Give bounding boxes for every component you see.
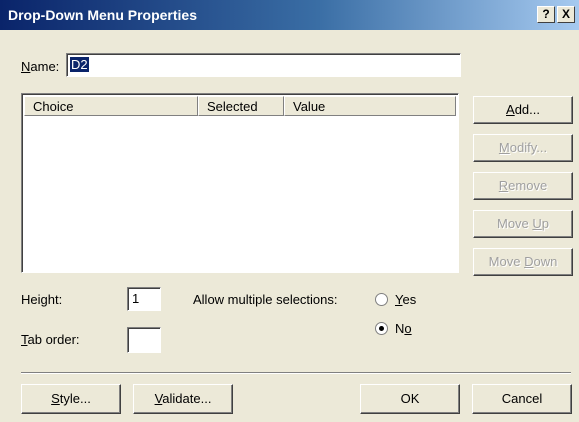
choices-list[interactable]: Choice Selected Value [21,93,459,273]
no-radio-label[interactable]: No [395,321,412,336]
no-radio[interactable] [375,322,388,335]
close-button[interactable]: X [557,6,575,23]
move-up-button[interactable]: Move Up [473,210,573,238]
style-button[interactable]: Style... [21,384,121,414]
name-input[interactable]: D2 [66,53,461,77]
radio-selected-dot [379,326,384,331]
yes-radio-label[interactable]: Yes [395,292,416,307]
height-input[interactable]: 1 [127,287,161,311]
column-header-value[interactable]: Value [284,96,456,116]
move-down-button[interactable]: Move Down [473,248,573,276]
column-header-choice[interactable]: Choice [24,96,198,116]
name-label: Name: [21,59,60,74]
dialog-window: Drop-Down Menu Properties ? X Name: D2 C… [0,0,579,422]
title-bar[interactable]: Drop-Down Menu Properties ? X [0,0,579,30]
ok-button[interactable]: OK [360,384,460,414]
tab-order-label: Tab order: [21,332,80,347]
window-title: Drop-Down Menu Properties [8,7,198,23]
tab-order-input[interactable] [127,327,161,353]
add-button[interactable]: Add... [473,96,573,124]
height-label: Height: [21,292,63,307]
cancel-button[interactable]: Cancel [472,384,572,414]
name-value: D2 [70,57,89,72]
remove-button[interactable]: Remove [473,172,573,200]
column-header-selected[interactable]: Selected [198,96,284,116]
yes-radio[interactable] [375,293,388,306]
separator [21,372,571,374]
validate-button[interactable]: Validate... [133,384,233,414]
height-value: 1 [132,291,140,306]
modify-button[interactable]: Modify... [473,134,573,162]
allow-multiple-label: Allow multiple selections: [193,292,338,307]
help-button[interactable]: ? [537,6,555,23]
